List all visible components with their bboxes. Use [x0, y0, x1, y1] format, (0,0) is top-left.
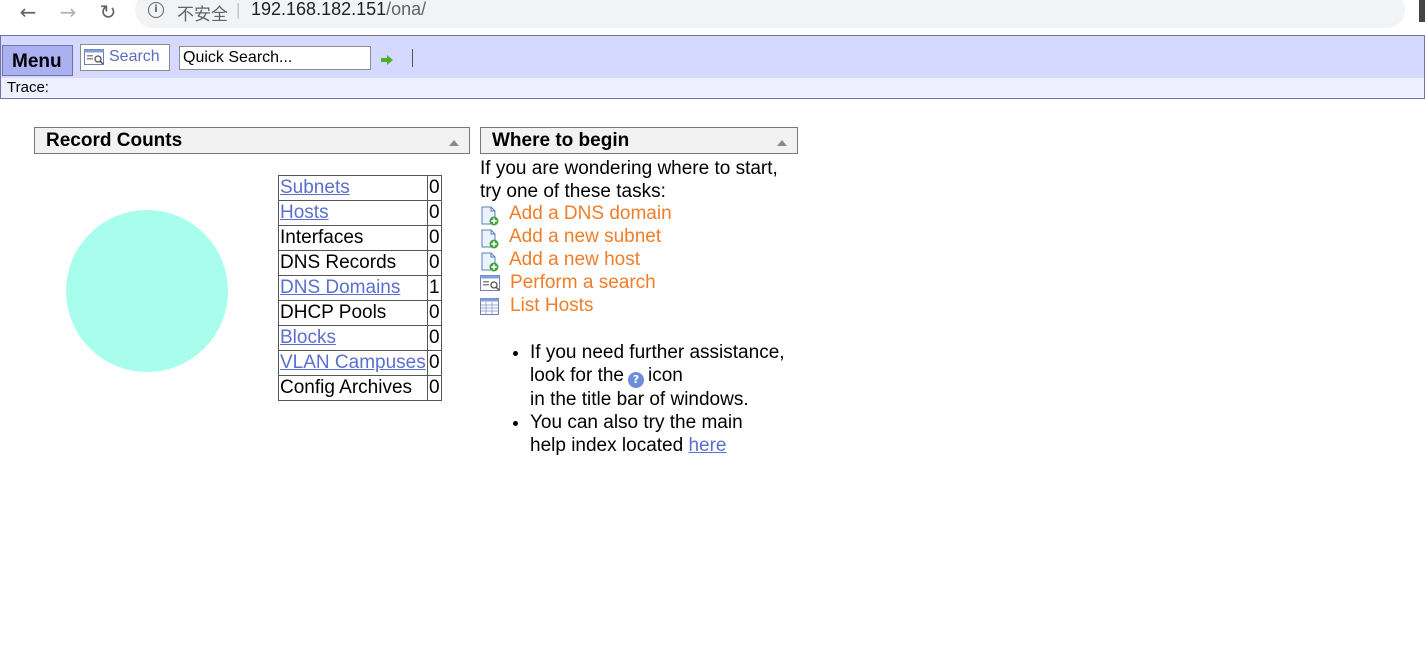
count-value: 1	[426, 275, 442, 301]
dns-records-label: DNS Records	[278, 250, 428, 276]
table-row: Hosts 0	[278, 200, 442, 226]
where-to-begin-title: Where to begin	[480, 127, 798, 154]
collapse-arrow-icon[interactable]	[777, 140, 787, 146]
search-button-label: Search	[109, 48, 160, 65]
record-counts-pie-chart	[66, 210, 228, 372]
app-menubar: Menu Search	[0, 35, 1425, 79]
table-row: DNS Domains 1	[278, 275, 442, 301]
count-value: 0	[426, 175, 442, 201]
help-index-link[interactable]: here	[688, 435, 726, 456]
help-text: If you need further assistance,	[530, 342, 785, 363]
add-page-icon	[481, 206, 499, 226]
help-icon: ?	[628, 372, 644, 388]
count-label-cell: Hosts	[278, 200, 428, 226]
interfaces-label: Interfaces	[278, 225, 428, 251]
browser-toolbar: ← → ↻ i 不安全 | 192.168.182.151/ona/	[0, 0, 1425, 33]
menu-button[interactable]: Menu	[2, 45, 73, 76]
table-row: DNS Records 0	[278, 250, 442, 276]
task-label: Perform a search	[510, 272, 656, 293]
search-form-icon	[84, 49, 104, 65]
count-value: 0	[426, 325, 442, 351]
table-row: DHCP Pools 0	[278, 300, 442, 326]
go-arrow-icon[interactable]	[381, 55, 393, 65]
task-label: Add a new host	[509, 249, 640, 270]
count-value: 0	[426, 300, 442, 326]
add-page-icon	[481, 229, 499, 249]
config-archives-label: Config Archives	[278, 375, 428, 401]
help-text: look for the	[530, 365, 624, 386]
record-counts-title: Record Counts	[34, 127, 470, 154]
add-page-icon	[481, 252, 499, 272]
count-label-cell: DNS Domains	[278, 275, 428, 301]
dns-domains-link[interactable]: DNS Domains	[280, 277, 400, 298]
dhcp-pools-label: DHCP Pools	[278, 300, 428, 326]
help-list: If you need further assistance, look for…	[510, 341, 830, 457]
url-host: 192.168.182.151	[251, 0, 387, 19]
back-arrow-icon[interactable]: ←	[15, 0, 41, 24]
reload-icon[interactable]: ↻	[95, 0, 121, 24]
vlan-campuses-link[interactable]: VLAN Campuses	[280, 352, 426, 373]
help-text: icon	[648, 365, 683, 386]
count-value: 0	[426, 250, 442, 276]
where-to-begin-intro: If you are wondering where to start, try…	[480, 157, 810, 203]
where-to-begin-title-text: Where to begin	[492, 130, 630, 151]
url-text[interactable]: 192.168.182.151/ona/	[251, 0, 426, 20]
help-text: in the title bar of windows.	[530, 389, 749, 410]
list-item: You can also try the main help index loc…	[530, 411, 830, 457]
url-separator: |	[236, 0, 241, 19]
intro-line: try one of these tasks:	[480, 181, 666, 202]
list-table-icon	[480, 298, 499, 315]
subnets-link[interactable]: Subnets	[280, 177, 350, 198]
record-counts-title-text: Record Counts	[46, 130, 183, 151]
search-form-icon	[480, 275, 500, 291]
trace-label: Trace:	[7, 79, 49, 96]
intro-line: If you are wondering where to start,	[480, 158, 778, 179]
count-value: 0	[426, 200, 442, 226]
collapse-arrow-icon[interactable]	[449, 140, 459, 146]
insecure-label: 不安全	[177, 5, 228, 25]
trace-bar: Trace:	[0, 78, 1425, 99]
quick-search-input[interactable]	[179, 46, 371, 70]
count-label-cell: VLAN Campuses	[278, 350, 428, 376]
info-icon[interactable]: i	[148, 2, 164, 18]
table-row: Config Archives 0	[278, 375, 442, 401]
list-item: If you need further assistance, look for…	[530, 341, 830, 411]
blocks-link[interactable]: Blocks	[280, 327, 336, 348]
count-value: 0	[426, 375, 442, 401]
table-row: Interfaces 0	[278, 225, 442, 251]
table-row: Subnets 0	[278, 175, 442, 201]
toolbar-divider	[412, 49, 413, 67]
table-row: Blocks 0	[278, 325, 442, 351]
help-text: help index located	[530, 435, 684, 456]
task-label: List Hosts	[510, 295, 594, 316]
forward-arrow-icon[interactable]: →	[55, 0, 81, 24]
window-edge	[1419, 0, 1425, 22]
count-label-cell: Blocks	[278, 325, 428, 351]
task-label: Add a new subnet	[509, 226, 662, 247]
table-row: VLAN Campuses 0	[278, 350, 442, 376]
record-counts-table: Subnets 0 Hosts 0 Interfaces 0 DNS Recor…	[278, 175, 442, 401]
count-label-cell: Subnets	[278, 175, 428, 201]
search-button[interactable]: Search	[80, 44, 170, 71]
help-text: You can also try the main	[530, 412, 743, 433]
count-value: 0	[426, 350, 442, 376]
url-path: /ona/	[386, 0, 427, 19]
task-label: Add a DNS domain	[509, 203, 672, 224]
count-value: 0	[426, 225, 442, 251]
hosts-link[interactable]: Hosts	[280, 202, 329, 223]
